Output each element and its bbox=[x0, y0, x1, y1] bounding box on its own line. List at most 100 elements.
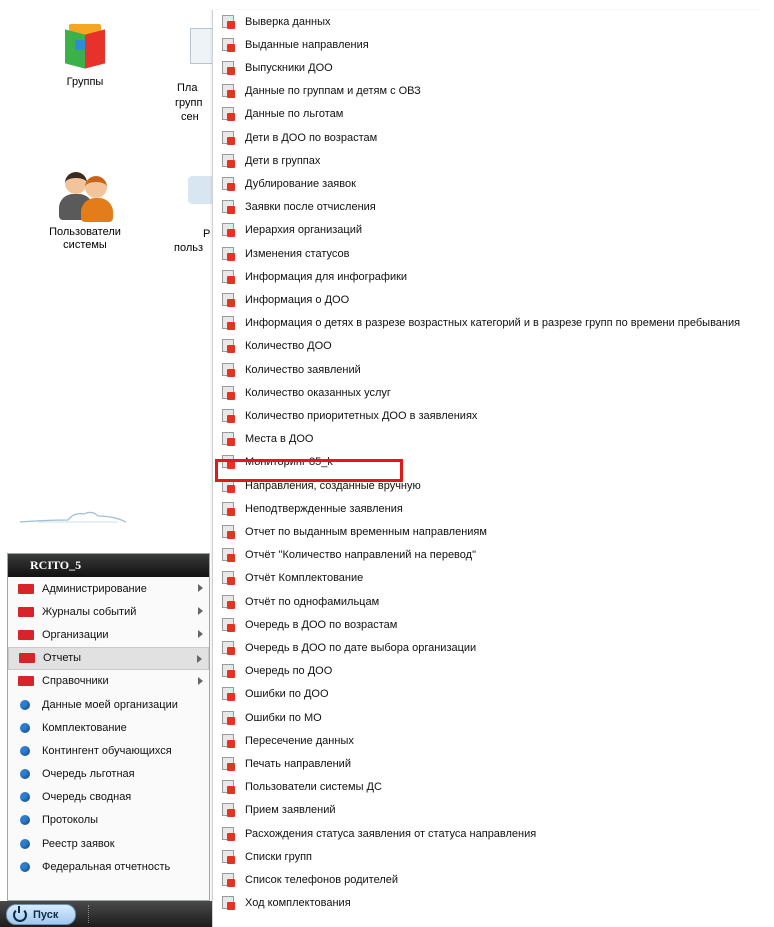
chevron-right-icon bbox=[197, 654, 202, 663]
report-icon bbox=[222, 524, 235, 539]
report-menu-item[interactable]: Информация о ДОО bbox=[213, 288, 765, 311]
report-menu-item[interactable]: Информация для инфографики bbox=[213, 265, 765, 288]
report-menu-item[interactable]: Дети в ДОО по возрастам bbox=[213, 126, 765, 149]
start-menu-item[interactable]: Данные моей организации bbox=[8, 693, 209, 716]
start-menu-item-label: Очередь сводная bbox=[42, 791, 132, 804]
report-menu-item-label: Информация о ДОО bbox=[245, 293, 350, 306]
report-menu-item[interactable]: Отчёт Комплектование bbox=[213, 567, 765, 590]
start-menu-item[interactable]: Комплектование bbox=[8, 716, 209, 739]
bullet-icon bbox=[20, 699, 30, 710]
report-menu-item[interactable]: Выданные направления bbox=[213, 33, 765, 56]
report-menu-item[interactable]: Отчет по выданным временным направлениям bbox=[213, 520, 765, 543]
report-menu-item-label: Неподтвержденные заявления bbox=[245, 502, 403, 515]
report-icon bbox=[222, 385, 235, 400]
report-menu-item[interactable]: Расхождения статуса заявления от статуса… bbox=[213, 822, 765, 845]
report-menu-item[interactable]: Иерархия организаций bbox=[213, 219, 765, 242]
report-menu-item[interactable]: Отчёт "Количество направлений на перевод… bbox=[213, 544, 765, 567]
start-menu-item[interactable]: Федеральная отчетность bbox=[8, 855, 209, 878]
start-menu-item-label: Контингент обучающихся bbox=[42, 744, 172, 757]
report-menu-item[interactable]: Списки групп bbox=[213, 845, 765, 868]
report-menu-item-label: Дети в ДОО по возрастам bbox=[245, 131, 378, 144]
report-menu-item-label: Количество приоритетных ДОО в заявлениях bbox=[245, 409, 478, 422]
start-menu-item[interactable]: Очередь сводная bbox=[8, 786, 209, 809]
start-button[interactable]: Пуск bbox=[6, 904, 76, 925]
start-menu-item-label: Федеральная отчетность bbox=[42, 860, 171, 873]
report-menu-item-label: Дублирование заявок bbox=[245, 177, 356, 190]
report-menu-item[interactable]: Ход комплектования bbox=[213, 892, 765, 915]
report-menu-item[interactable]: Неподтвержденные заявления bbox=[213, 497, 765, 520]
partial-label: польз bbox=[174, 242, 204, 254]
start-menu-item[interactable]: Очередь льготная bbox=[8, 763, 209, 786]
start-menu-item-label: Данные моей организации bbox=[42, 698, 178, 711]
desktop-icon-groups[interactable]: Группы bbox=[30, 22, 140, 89]
bullet-icon bbox=[20, 815, 30, 826]
report-menu-item[interactable]: Ошибки по МО bbox=[213, 706, 765, 729]
report-menu-item[interactable]: Количество заявлений bbox=[213, 358, 765, 381]
chevron-right-icon bbox=[198, 584, 203, 592]
report-menu-item[interactable]: Места в ДОО bbox=[213, 428, 765, 451]
highlight-box bbox=[215, 459, 403, 482]
report-icon bbox=[222, 37, 235, 52]
report-menu-item[interactable]: Дублирование заявок bbox=[213, 172, 765, 195]
start-menu-item[interactable]: Реестр заявок bbox=[8, 832, 209, 855]
start-menu-item-administration[interactable]: Администрирование bbox=[8, 577, 209, 600]
start-menu-item-reports[interactable]: Отчеты bbox=[8, 646, 209, 670]
report-menu-item[interactable]: Информация о детях в разрезе возрастных … bbox=[213, 312, 765, 335]
report-menu-item-label: Количество заявлений bbox=[245, 363, 361, 376]
folder-icon bbox=[18, 583, 34, 594]
start-menu-item-label: Организации bbox=[42, 628, 109, 641]
report-icon bbox=[222, 107, 235, 122]
report-icon bbox=[222, 362, 235, 377]
report-menu-item[interactable]: Прием заявлений bbox=[213, 799, 765, 822]
partial-label: групп bbox=[175, 97, 203, 109]
report-icon bbox=[222, 60, 235, 75]
report-menu-item[interactable]: Пользователи системы ДС bbox=[213, 776, 765, 799]
start-menu-item-label: Отчеты bbox=[43, 652, 82, 665]
report-menu-item[interactable]: Количество приоритетных ДОО в заявлениях bbox=[213, 404, 765, 427]
report-menu-item[interactable]: Отчёт по однофамильцам bbox=[213, 590, 765, 613]
start-menu-item-organizations[interactable]: Организации bbox=[8, 623, 209, 646]
desktop-icon-users[interactable]: Пользователи системы bbox=[30, 170, 140, 252]
report-menu-item[interactable]: Ошибки по ДОО bbox=[213, 683, 765, 706]
start-menu-item-directories[interactable]: Справочники bbox=[8, 670, 209, 693]
report-icon bbox=[222, 316, 235, 331]
report-menu-item-label: Информация о детях в разрезе возрастных … bbox=[245, 317, 741, 330]
report-menu-item[interactable]: Количество оказанных услуг bbox=[213, 381, 765, 404]
report-icon bbox=[222, 501, 235, 516]
start-menu-item-label: Справочники bbox=[42, 675, 109, 688]
report-menu-item[interactable]: Очередь в ДОО по возрастам bbox=[213, 613, 765, 636]
bullet-icon bbox=[20, 838, 30, 849]
report-menu-item[interactable]: Данные по группам и детям с ОВЗ bbox=[213, 80, 765, 103]
report-menu-item-label: Печать направлений bbox=[245, 757, 351, 770]
report-icon bbox=[222, 872, 235, 887]
report-menu-item[interactable]: Очередь по ДОО bbox=[213, 660, 765, 683]
report-menu-item[interactable]: Печать направлений bbox=[213, 752, 765, 775]
start-menu-item[interactable]: Протоколы bbox=[8, 809, 209, 832]
report-menu-item[interactable]: Выверка данных bbox=[213, 10, 765, 33]
start-menu-item[interactable]: Контингент обучающихся bbox=[8, 739, 209, 762]
folder-icon bbox=[18, 606, 34, 617]
report-icon bbox=[222, 200, 235, 215]
bullet-icon bbox=[20, 769, 30, 780]
report-menu-item[interactable]: Выпускники ДОО bbox=[213, 56, 765, 79]
report-menu-item[interactable]: Изменения статусов bbox=[213, 242, 765, 265]
start-menu-item-event-logs[interactable]: Журналы событий bbox=[8, 600, 209, 623]
report-menu-item-label: Данные по льготам bbox=[245, 108, 344, 121]
report-menu-item-label: Очередь по ДОО bbox=[245, 665, 333, 678]
report-menu-item[interactable]: Заявки после отчисления bbox=[213, 196, 765, 219]
start-menu-title: RCITO_5 bbox=[8, 554, 209, 577]
chevron-right-icon bbox=[198, 607, 203, 616]
report-menu-item[interactable]: Данные по льготам bbox=[213, 103, 765, 126]
report-menu-item-label: Списки групп bbox=[245, 850, 312, 863]
report-menu-item-label: Заявки после отчисления bbox=[245, 201, 376, 214]
partial-label: сен bbox=[181, 111, 199, 123]
report-menu-item[interactable]: Очередь в ДОО по дате выбора организации bbox=[213, 636, 765, 659]
bullet-icon bbox=[20, 861, 30, 872]
report-menu-item[interactable]: Количество ДОО bbox=[213, 335, 765, 358]
report-menu-item[interactable]: Список телефонов родителей bbox=[213, 868, 765, 891]
report-menu-item[interactable]: Пересечение данных bbox=[213, 729, 765, 752]
folder-icon bbox=[18, 629, 34, 640]
report-icon bbox=[222, 548, 235, 563]
start-button-label: Пуск bbox=[33, 908, 59, 921]
report-menu-item[interactable]: Дети в группах bbox=[213, 149, 765, 172]
